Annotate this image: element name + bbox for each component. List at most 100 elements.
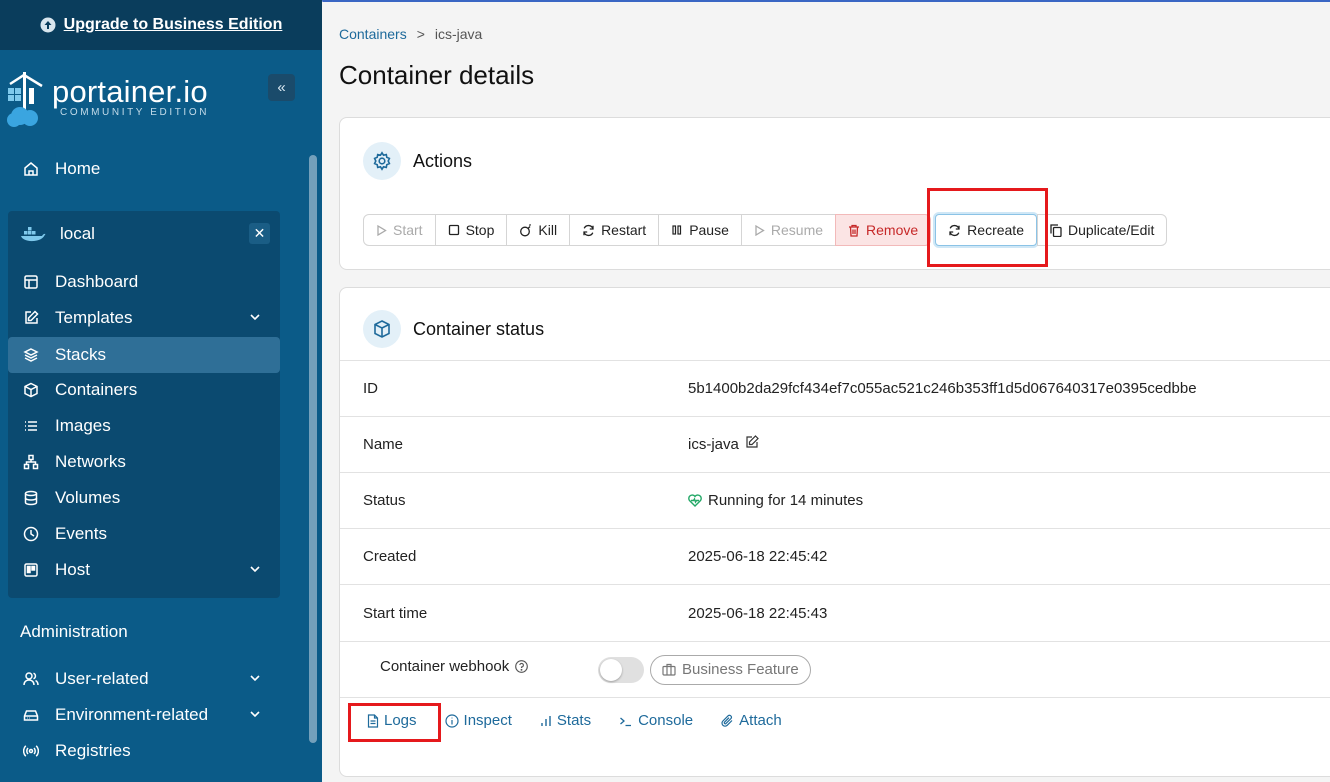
sidebar-item-label: Registries (55, 741, 131, 760)
sidebar-item-events[interactable]: Events (8, 516, 280, 552)
tab-stats[interactable]: Stats (540, 712, 591, 729)
restart-label: Restart (601, 222, 647, 238)
chevron-down-icon (250, 314, 260, 321)
sidebar-item-containers[interactable]: Containers (8, 372, 280, 408)
row-created: Created 2025-06-18 22:45:42 (340, 528, 1330, 584)
list-icon (20, 415, 42, 437)
recreate-button[interactable]: Recreate (935, 214, 1037, 246)
focus-outline (322, 0, 1330, 4)
sidebar-item-user-related[interactable]: User-related (8, 661, 280, 697)
edit-name-icon[interactable] (745, 434, 759, 449)
tab-logs[interactable]: Logs (367, 712, 417, 729)
trash-icon (849, 224, 860, 237)
chevron-down-icon (250, 675, 260, 682)
row-name: Name ics-java (340, 416, 1330, 472)
row-webhook: Container webhook Business Feature (340, 641, 1330, 697)
actions-card: Actions Start Stop Kill Restart Pause Re… (339, 117, 1330, 270)
webhook-toggle[interactable] (598, 656, 644, 683)
sidebar-item-label: User-related (55, 669, 149, 688)
file-text-icon (367, 713, 379, 728)
sidebar-item-volumes[interactable]: Volumes (8, 480, 280, 516)
sidebar-item-stacks[interactable]: Stacks (8, 337, 280, 373)
created-label: Created (363, 548, 417, 565)
recreate-label: Recreate (967, 222, 1024, 238)
box-icon (20, 379, 42, 401)
stop-button[interactable]: Stop (434, 214, 508, 246)
sidebar-item-registries[interactable]: Registries (8, 733, 280, 769)
kill-button[interactable]: Kill (506, 214, 571, 246)
sidebar-item-networks[interactable]: Networks (8, 444, 280, 480)
sidebar-item-home[interactable]: Home (8, 151, 280, 187)
resume-button[interactable]: Resume (740, 214, 837, 246)
upgrade-link[interactable]: Upgrade to Business Edition (64, 16, 283, 34)
upgrade-arrow-icon (40, 17, 56, 33)
sidebar-item-environment-related[interactable]: Environment-related (8, 697, 280, 733)
bar-chart-icon (541, 715, 551, 726)
webhook-controls: Business Feature (598, 654, 811, 685)
status-header: Container status (363, 310, 544, 348)
id-value: 5b1400b2da29fcf434ef7c055ac521c246b353ff… (688, 380, 1197, 397)
tab-console[interactable]: Console (619, 712, 693, 729)
close-icon: ✕ (253, 225, 266, 241)
tab-inspect[interactable]: Inspect (444, 712, 512, 729)
logo-edition: COMMUNITY EDITION (60, 107, 210, 118)
briefcase-icon (662, 663, 676, 676)
pause-button[interactable]: Pause (658, 214, 742, 246)
sidebar-scrollbar[interactable] (309, 155, 317, 743)
id-label: ID (363, 380, 378, 397)
business-feature-label: Business Feature (682, 661, 799, 678)
remove-button[interactable]: Remove (835, 214, 932, 246)
breadcrumb-separator: > (416, 26, 425, 42)
dashboard-icon (20, 271, 42, 293)
sidebar-item-label: Dashboard (55, 272, 139, 291)
close-environment-button[interactable]: ✕ (249, 223, 270, 244)
sidebar-item-images[interactable]: Images (8, 408, 280, 444)
database-icon (20, 487, 42, 509)
collapse-sidebar-button[interactable]: « (268, 74, 295, 101)
help-icon[interactable] (515, 660, 529, 673)
clock-icon (20, 523, 42, 545)
sidebar-item-host[interactable]: Host (8, 552, 280, 588)
sidebar-item-templates[interactable]: Templates (8, 300, 280, 336)
heart-pulse-icon (688, 494, 702, 507)
row-id: ID 5b1400b2da29fcf434ef7c055ac521c246b35… (340, 360, 1330, 416)
start-time-value: 2025-06-18 22:45:43 (688, 604, 828, 622)
play-icon (377, 224, 387, 236)
created-value: 2025-06-18 22:45:42 (688, 548, 828, 565)
remove-label: Remove (866, 222, 919, 238)
environment-header[interactable]: local (20, 223, 95, 245)
network-icon (20, 451, 42, 473)
status-title: Container status (413, 318, 545, 339)
upgrade-banner[interactable]: Upgrade to Business Edition (0, 0, 322, 50)
webhook-label-wrap: Container webhook (380, 658, 529, 675)
double-chevron-left-icon: « (277, 79, 286, 96)
sidebar-item-label: Home (55, 159, 101, 178)
duplicate-label: Duplicate/Edit (1067, 222, 1155, 238)
users-icon (20, 668, 42, 690)
stop-icon (448, 224, 459, 236)
tab-attach[interactable]: Attach (721, 712, 782, 729)
paperclip-icon (721, 714, 733, 727)
start-button[interactable]: Start (363, 214, 436, 246)
portainer-logo-icon (7, 72, 43, 127)
breadcrumb-containers-link[interactable]: Containers (339, 26, 407, 42)
tab-label: Console (638, 712, 694, 729)
sidebar-item-label: Networks (55, 452, 126, 471)
stop-label: Stop (465, 222, 495, 238)
container-tabs: Logs Inspect Stats Console Attach (363, 712, 782, 729)
logo-text: portainer.io (52, 74, 208, 109)
breadcrumb: Containers > ics-java (339, 26, 482, 42)
edit-icon (20, 307, 42, 329)
name-value: ics-java (688, 436, 739, 453)
restart-button[interactable]: Restart (569, 214, 660, 246)
tab-label: Stats (556, 712, 592, 729)
sidebar-item-dashboard[interactable]: Dashboard (8, 264, 280, 300)
name-label: Name (363, 436, 404, 453)
duplicate-edit-button[interactable]: Duplicate/Edit (1036, 214, 1168, 246)
webhook-label: Container webhook (380, 658, 510, 675)
main-content: Containers > ics-java Container details … (322, 0, 1330, 782)
refresh-icon (583, 224, 594, 236)
resume-label: Resume (770, 222, 824, 238)
business-feature-badge[interactable]: Business Feature (650, 654, 811, 685)
docker-icon (21, 227, 46, 242)
